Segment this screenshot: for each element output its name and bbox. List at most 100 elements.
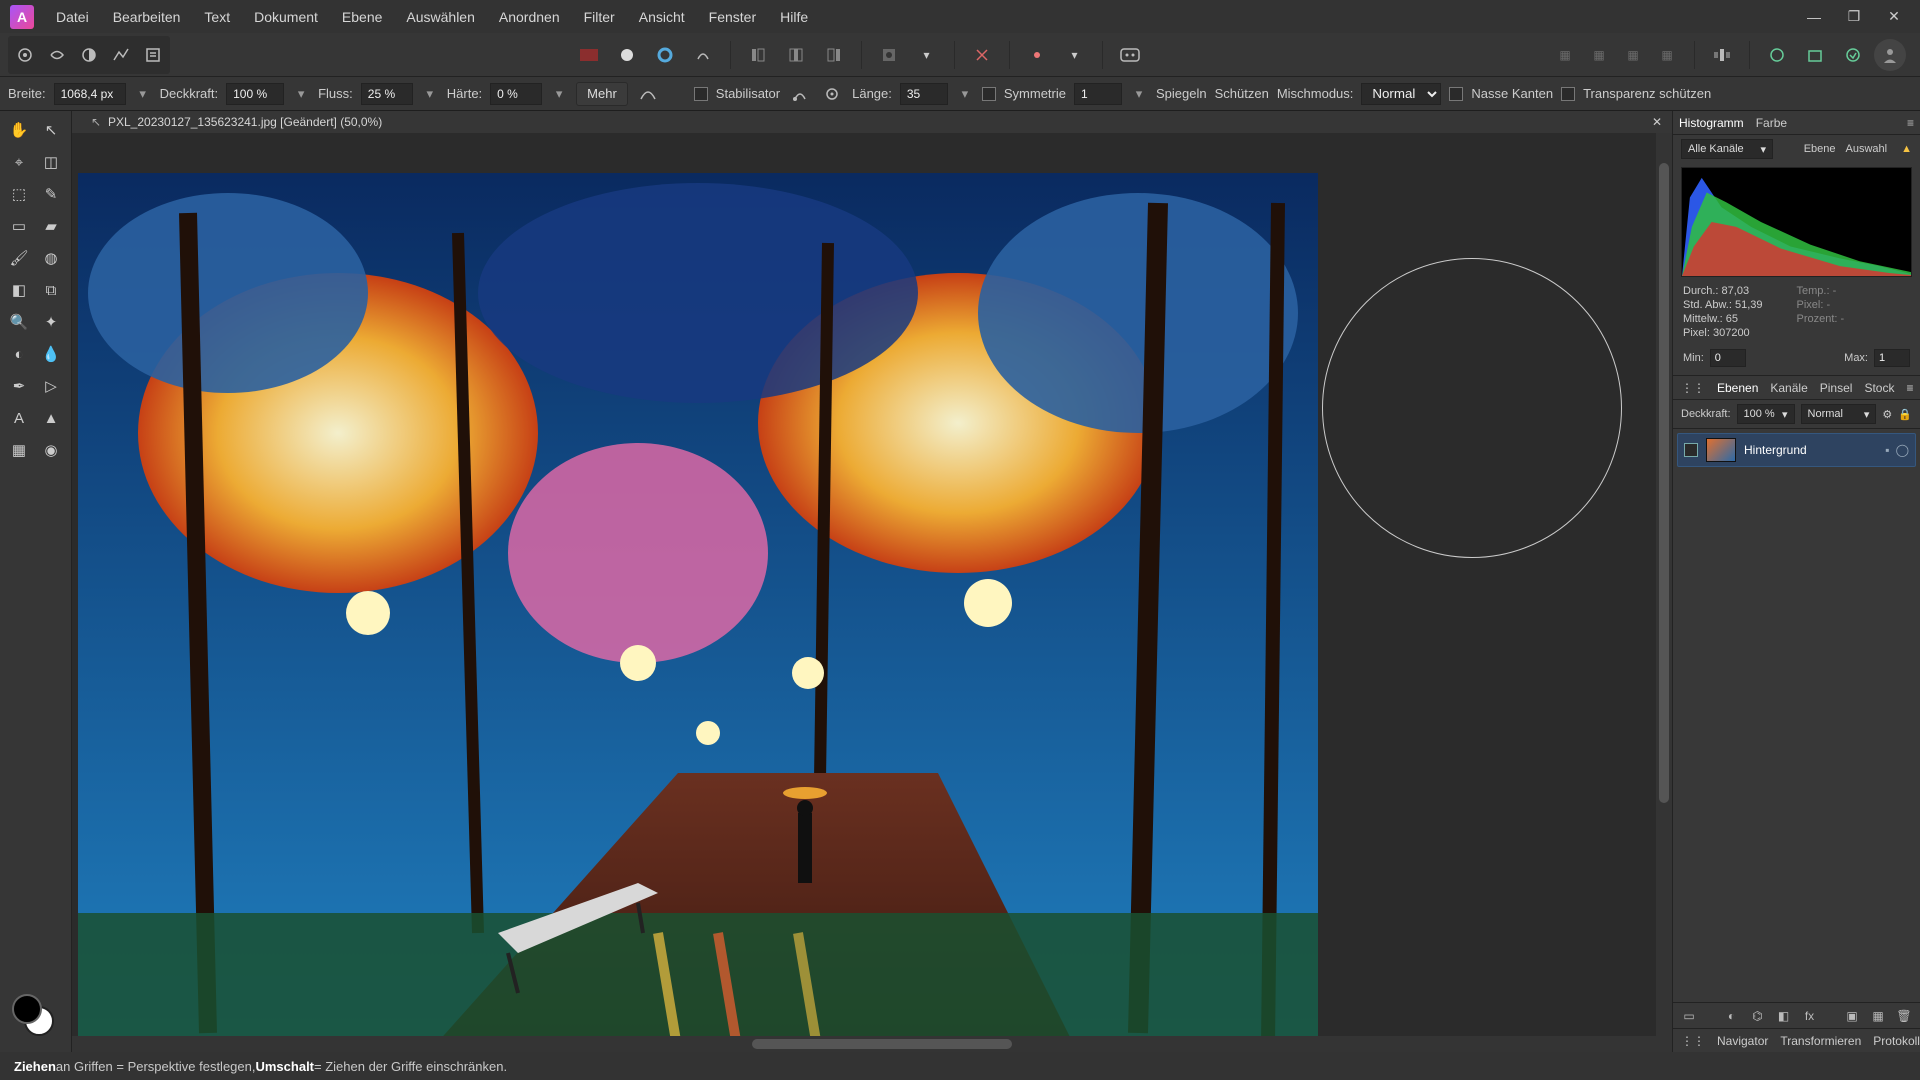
selectionbrush-tool-icon[interactable]: ⬚ bbox=[4, 179, 34, 209]
quickmask-icon[interactable] bbox=[872, 38, 906, 72]
layer-name-label[interactable]: Hintergrund bbox=[1744, 443, 1807, 457]
tab-transformieren[interactable]: Transformieren bbox=[1780, 1034, 1861, 1048]
develop-persona-icon[interactable] bbox=[74, 38, 104, 72]
layer-opacity-input[interactable]: 100 %▾ bbox=[1737, 404, 1795, 424]
pen-tool-icon[interactable]: ✒ bbox=[4, 371, 34, 401]
mask-layer-icon[interactable]: ▭ bbox=[1679, 1006, 1699, 1026]
group-layers-icon[interactable]: ▣ bbox=[1842, 1006, 1862, 1026]
colorpicker-tool-icon[interactable]: ⌖ bbox=[4, 147, 34, 177]
menu-auswaehlen[interactable]: Auswählen bbox=[394, 0, 487, 34]
assistant-icon[interactable] bbox=[1113, 38, 1147, 72]
fill-tool-icon[interactable]: ◍ bbox=[36, 243, 66, 273]
menu-datei[interactable]: Datei bbox=[44, 0, 101, 34]
menu-anordnen[interactable]: Anordnen bbox=[487, 0, 572, 34]
tab-protokoll[interactable]: Protokoll bbox=[1873, 1034, 1920, 1048]
tab-histogramm[interactable]: Histogramm bbox=[1679, 116, 1744, 130]
stabilizer-checkbox[interactable] bbox=[694, 87, 708, 101]
pressure-size-icon[interactable] bbox=[636, 82, 660, 106]
histogram-warning-icon[interactable]: ▲ bbox=[1901, 143, 1912, 155]
alignment-dropdown-icon[interactable]: ▾ bbox=[1058, 38, 1092, 72]
hist-scope-ebene[interactable]: Ebene bbox=[1804, 143, 1836, 155]
layer-lock-icon[interactable]: 🔒 bbox=[1898, 408, 1912, 421]
mesh-tool-icon[interactable]: ◉ bbox=[36, 435, 66, 465]
delete-layer-icon[interactable]: 🗑 bbox=[1894, 1006, 1914, 1026]
layer-visibility-checkbox[interactable] bbox=[1684, 443, 1698, 457]
node-tool-icon[interactable]: ▷ bbox=[36, 371, 66, 401]
menu-ansicht[interactable]: Ansicht bbox=[627, 0, 697, 34]
arrange-left-icon[interactable] bbox=[741, 38, 775, 72]
vertical-scrollbar-thumb[interactable] bbox=[1659, 163, 1669, 803]
window-close-button[interactable]: ✕ bbox=[1874, 0, 1914, 33]
erase-tool-icon[interactable]: ◧ bbox=[4, 275, 34, 305]
menu-bearbeiten[interactable]: Bearbeiten bbox=[101, 0, 193, 34]
layer-thumbnail[interactable] bbox=[1706, 438, 1736, 462]
retouch-tool-icon[interactable]: ✦ bbox=[36, 307, 66, 337]
menu-filter[interactable]: Filter bbox=[572, 0, 627, 34]
arrange-right-icon[interactable] bbox=[817, 38, 851, 72]
window-mode-icon[interactable] bbox=[820, 82, 844, 106]
cloud-icon[interactable] bbox=[1836, 38, 1870, 72]
opacity-dropdown-icon[interactable]: ▾ bbox=[292, 86, 310, 102]
panel-handle-icon-2[interactable]: ⋮⋮ bbox=[1681, 1034, 1705, 1048]
tab-navigator[interactable]: Navigator bbox=[1717, 1034, 1768, 1048]
flow-dropdown-icon[interactable]: ▾ bbox=[421, 86, 439, 102]
window-maximize-button[interactable]: ❐ bbox=[1834, 0, 1874, 33]
autocascade-icon[interactable] bbox=[686, 38, 720, 72]
freehand-tool-icon[interactable]: ✎ bbox=[36, 179, 66, 209]
alignment-options-icon[interactable] bbox=[1020, 38, 1054, 72]
layer-blend-select[interactable]: Normal▾ bbox=[1801, 404, 1877, 424]
symmetry-input[interactable] bbox=[1074, 83, 1122, 105]
text-tool-icon[interactable]: A bbox=[4, 403, 34, 433]
snapping-icon[interactable] bbox=[965, 38, 999, 72]
hardness-input[interactable] bbox=[490, 83, 542, 105]
tab-stock[interactable]: Stock bbox=[1864, 381, 1894, 395]
tab-pinsel[interactable]: Pinsel bbox=[1820, 381, 1853, 395]
window-minimize-button[interactable]: — bbox=[1794, 0, 1834, 33]
tab-kanaele[interactable]: Kanäle bbox=[1770, 381, 1807, 395]
more-button[interactable]: Mehr bbox=[576, 82, 628, 106]
move-tool-icon[interactable]: ↖ bbox=[36, 115, 66, 145]
shape-tool-icon[interactable]: ▲ bbox=[36, 403, 66, 433]
channel-select[interactable]: Alle Kanäle▾ bbox=[1681, 139, 1773, 159]
autolevels-icon[interactable] bbox=[648, 38, 682, 72]
hand-tool-icon[interactable]: ✋ bbox=[4, 115, 34, 145]
max-input[interactable] bbox=[1874, 349, 1910, 367]
hardness-dropdown-icon[interactable]: ▾ bbox=[550, 86, 568, 102]
stock-icon[interactable] bbox=[1798, 38, 1832, 72]
layers-menu-icon[interactable]: ≡ bbox=[1906, 381, 1913, 395]
tab-ebenen[interactable]: Ebenen bbox=[1717, 381, 1758, 395]
add-fx-icon[interactable]: fx bbox=[1800, 1006, 1820, 1026]
grid-tool-icon[interactable]: ▦ bbox=[4, 435, 34, 465]
panel-handle-icon[interactable]: ⋮⋮ bbox=[1681, 381, 1705, 395]
opacity-input[interactable] bbox=[226, 83, 284, 105]
dodge-tool-icon[interactable]: ◐ bbox=[4, 339, 34, 369]
menu-ebene[interactable]: Ebene bbox=[330, 0, 394, 34]
width-dropdown-icon[interactable]: ▾ bbox=[134, 86, 152, 102]
quickmask-dropdown-icon[interactable]: ▾ bbox=[910, 38, 944, 72]
add-mask-icon[interactable]: ◧ bbox=[1774, 1006, 1794, 1026]
add-livefilter-icon[interactable]: ⌬ bbox=[1748, 1006, 1768, 1026]
account-avatar-icon[interactable] bbox=[1874, 39, 1906, 71]
arrow-tool-icon[interactable]: ↖ bbox=[84, 115, 108, 129]
length-input[interactable] bbox=[900, 83, 948, 105]
menu-hilfe[interactable]: Hilfe bbox=[768, 0, 820, 34]
clone-tool-icon[interactable]: ⧉ bbox=[36, 275, 66, 305]
protectalpha-checkbox[interactable] bbox=[1561, 87, 1575, 101]
layer-item-hintergrund[interactable]: Hintergrund ▪ ◯ bbox=[1677, 433, 1916, 467]
photo-persona-icon[interactable] bbox=[10, 38, 40, 72]
brush-tool-icon[interactable]: 🖌 bbox=[4, 243, 34, 273]
layer-locked-icon[interactable]: ▪ bbox=[1885, 443, 1889, 457]
hist-scope-auswahl[interactable]: Auswahl bbox=[1846, 143, 1888, 155]
export-persona-icon[interactable] bbox=[138, 38, 168, 72]
tonemap-persona-icon[interactable] bbox=[106, 38, 136, 72]
autocontrast-icon[interactable] bbox=[610, 38, 644, 72]
document-tab-title[interactable]: PXL_20230127_135623241.jpg [Geändert] (5… bbox=[108, 115, 382, 129]
foreground-color-well[interactable] bbox=[12, 994, 42, 1024]
menu-text[interactable]: Text bbox=[192, 0, 242, 34]
symmetry-checkbox[interactable] bbox=[982, 87, 996, 101]
panel-menu-icon[interactable]: ≡ bbox=[1907, 116, 1914, 130]
horizontal-scrollbar-thumb[interactable] bbox=[752, 1039, 1012, 1049]
menu-dokument[interactable]: Dokument bbox=[242, 0, 330, 34]
vertical-scrollbar[interactable] bbox=[1656, 133, 1672, 1036]
flood-tool-icon[interactable]: ▰ bbox=[36, 211, 66, 241]
